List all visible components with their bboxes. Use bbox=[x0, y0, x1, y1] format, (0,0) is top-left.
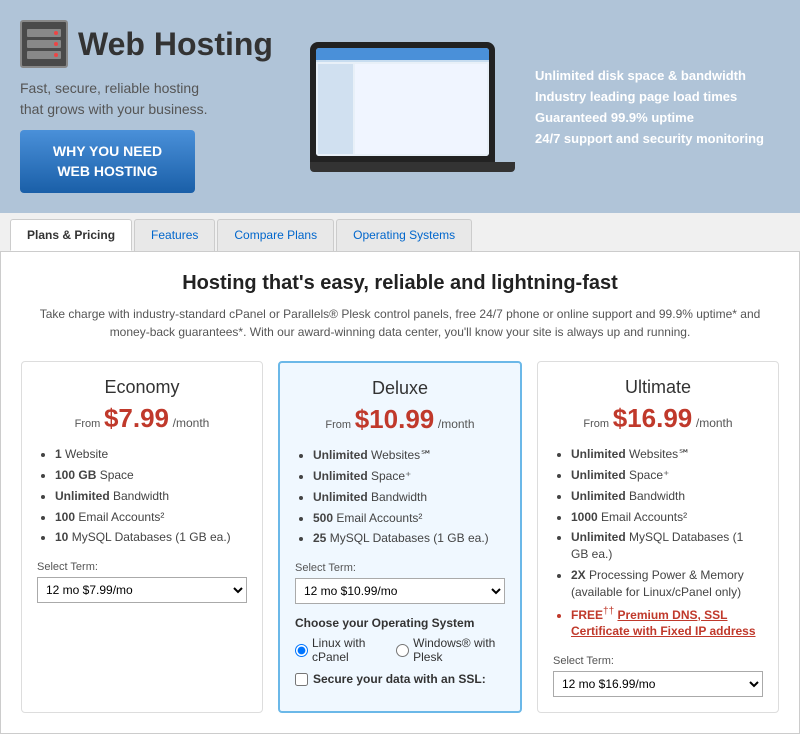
plan-economy-name: Economy bbox=[37, 377, 247, 398]
header-title: Web Hosting bbox=[78, 26, 273, 63]
header-tagline: Fast, secure, reliable hosting that grow… bbox=[20, 78, 290, 120]
plan-ultimate-from: From bbox=[583, 418, 609, 430]
feature-item-4: 24/7 support and security monitoring bbox=[535, 131, 780, 146]
plan-ultimate-select-label: Select Term: bbox=[553, 655, 763, 667]
plan-deluxe-select-label: Select Term: bbox=[295, 562, 505, 574]
ssl-label: Secure your data with an SSL: bbox=[313, 672, 486, 686]
header-features: Unlimited disk space & bandwidth Industr… bbox=[535, 68, 780, 146]
plan-ultimate-select[interactable]: 12 mo $16.99/mo bbox=[553, 671, 763, 697]
tab-compare-plans[interactable]: Compare Plans bbox=[217, 219, 334, 251]
laptop-frame bbox=[310, 42, 495, 162]
main-content: Hosting that's easy, reliable and lightn… bbox=[0, 252, 800, 734]
server-icon bbox=[20, 20, 68, 68]
tabs: Plans & Pricing Features Compare Plans O… bbox=[0, 213, 800, 252]
plan-deluxe-price-row: From $10.99 /month bbox=[295, 404, 505, 435]
feature-item: 2X Processing Power & Memory (available … bbox=[571, 567, 763, 601]
plan-ultimate-per: /month bbox=[696, 416, 733, 430]
feature-item: 100 Email Accounts² bbox=[55, 509, 247, 526]
feature-item: Unlimited Space⁺ bbox=[313, 468, 505, 485]
feature-item: 1 Website bbox=[55, 446, 247, 463]
os-linux-label: Linux with cPanel bbox=[312, 636, 386, 664]
feature-item-1: Unlimited disk space & bandwidth bbox=[535, 68, 780, 83]
plan-ultimate-features: Unlimited Websites℠ Unlimited Space⁺ Unl… bbox=[553, 446, 763, 640]
os-section-label: Choose your Operating System bbox=[295, 616, 505, 630]
plan-ultimate: Ultimate From $16.99 /month Unlimited We… bbox=[537, 361, 779, 713]
feature-item: 10 MySQL Databases (1 GB ea.) bbox=[55, 529, 247, 546]
header: Web Hosting Fast, secure, reliable hosti… bbox=[0, 0, 800, 213]
plan-deluxe-per: /month bbox=[438, 417, 475, 431]
feature-item: 500 Email Accounts² bbox=[313, 510, 505, 527]
os-linux-radio[interactable] bbox=[295, 644, 308, 657]
feature-item-3: Guaranteed 99.9% uptime bbox=[535, 110, 780, 125]
plan-deluxe-from: From bbox=[325, 419, 351, 431]
why-you-need-button[interactable]: WHY YOU NEED WEB HOSTING bbox=[20, 130, 195, 193]
feature-item: 25 MySQL Databases (1 GB ea.) bbox=[313, 530, 505, 547]
laptop-screen bbox=[316, 48, 489, 156]
plan-economy-price-row: From $7.99 /month bbox=[37, 403, 247, 434]
plan-economy: Economy From $7.99 /month 1 Website 100 … bbox=[21, 361, 263, 713]
feature-item: Unlimited Bandwidth bbox=[55, 488, 247, 505]
main-title: Hosting that's easy, reliable and lightn… bbox=[21, 272, 779, 295]
ssl-section: Secure your data with an SSL: bbox=[295, 672, 505, 686]
plan-deluxe-name: Deluxe bbox=[295, 378, 505, 399]
plan-economy-select[interactable]: 12 mo $7.99/mo bbox=[37, 577, 247, 603]
plan-ultimate-name: Ultimate bbox=[553, 377, 763, 398]
ssl-checkbox[interactable] bbox=[295, 673, 308, 686]
tab-operating-systems[interactable]: Operating Systems bbox=[336, 219, 472, 251]
os-linux-option[interactable]: Linux with cPanel bbox=[295, 636, 386, 664]
os-windows-label: Windows® with Plesk bbox=[413, 636, 505, 664]
feature-item: Unlimited Bandwidth bbox=[571, 488, 763, 505]
header-logo: Web Hosting bbox=[20, 20, 290, 68]
feature-item: Unlimited MySQL Databases (1 GB ea.) bbox=[571, 529, 763, 563]
feature-item: 1000 Email Accounts² bbox=[571, 509, 763, 526]
plan-economy-features: 1 Website 100 GB Space Unlimited Bandwid… bbox=[37, 446, 247, 546]
feature-item-red: FREE†† Premium DNS, SSL Certificate with… bbox=[571, 605, 763, 641]
plan-ultimate-price: $16.99 bbox=[613, 403, 693, 433]
main-description: Take charge with industry-standard cPane… bbox=[21, 305, 779, 341]
feature-item: Unlimited Bandwidth bbox=[313, 489, 505, 506]
plan-deluxe: Deluxe From $10.99 /month Unlimited Webs… bbox=[278, 361, 522, 713]
feature-item: 100 GB Space bbox=[55, 467, 247, 484]
plans-container: Economy From $7.99 /month 1 Website 100 … bbox=[21, 361, 779, 713]
plan-economy-select-label: Select Term: bbox=[37, 561, 247, 573]
feature-item: Unlimited Websites℠ bbox=[571, 446, 763, 463]
feature-item: Unlimited Websites℠ bbox=[313, 447, 505, 464]
laptop-base bbox=[310, 162, 515, 172]
plan-deluxe-price: $10.99 bbox=[355, 404, 435, 434]
plan-economy-from: From bbox=[75, 418, 101, 430]
plan-deluxe-features: Unlimited Websites℠ Unlimited Space⁺ Unl… bbox=[295, 447, 505, 547]
feature-item-2: Industry leading page load times bbox=[535, 89, 780, 104]
plan-deluxe-select[interactable]: 12 mo $10.99/mo bbox=[295, 578, 505, 604]
os-windows-radio[interactable] bbox=[396, 644, 409, 657]
header-laptop bbox=[310, 42, 515, 172]
tab-features[interactable]: Features bbox=[134, 219, 215, 251]
header-left: Web Hosting Fast, secure, reliable hosti… bbox=[20, 20, 290, 193]
os-options: Linux with cPanel Windows® with Plesk bbox=[295, 636, 505, 664]
plan-economy-per: /month bbox=[173, 416, 210, 430]
plan-ultimate-price-row: From $16.99 /month bbox=[553, 403, 763, 434]
tab-plans-pricing[interactable]: Plans & Pricing bbox=[10, 219, 132, 251]
feature-item: Unlimited Space⁺ bbox=[571, 467, 763, 484]
os-windows-option[interactable]: Windows® with Plesk bbox=[396, 636, 505, 664]
plan-economy-price: $7.99 bbox=[104, 403, 169, 433]
